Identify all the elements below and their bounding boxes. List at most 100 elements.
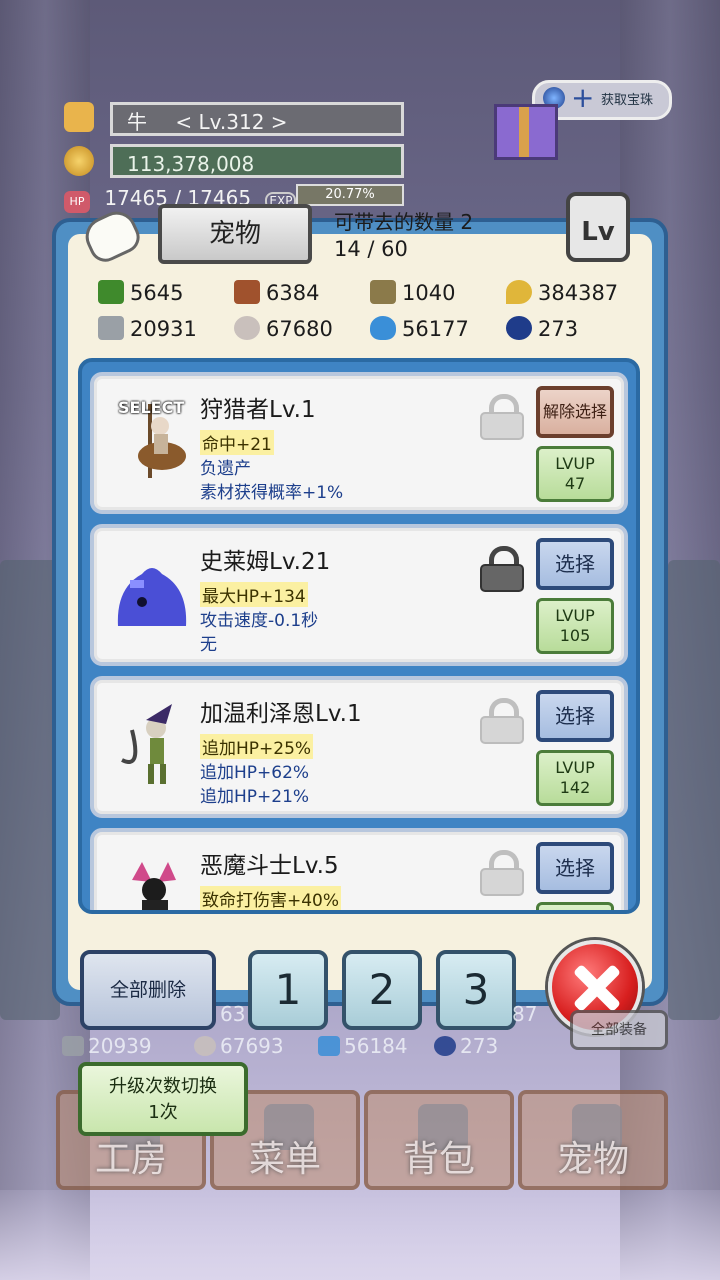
gawain-pet-icon bbox=[112, 700, 192, 790]
background-stone-right bbox=[668, 560, 720, 1020]
blue-flame-icon bbox=[318, 1036, 340, 1056]
dialog-title-tab: 宠物 bbox=[158, 204, 312, 264]
background-resource-orb: 273 bbox=[434, 1034, 498, 1058]
gift-box-icon[interactable] bbox=[494, 104, 558, 160]
pet-stat-1: 命中+21 bbox=[200, 430, 274, 455]
equip-all-button[interactable]: 全部装备 bbox=[570, 1010, 668, 1050]
obtain-gems-label: 获取宝珠 bbox=[601, 93, 654, 108]
lvup-cost: 47 bbox=[564, 474, 586, 493]
select-button[interactable]: 选择 bbox=[536, 538, 614, 590]
herb-icon bbox=[98, 280, 124, 304]
pet-stat-1: 致命打伤害+40% bbox=[200, 886, 342, 910]
blue-flame-icon bbox=[370, 316, 396, 340]
exp-bar: 20.77% bbox=[296, 184, 404, 206]
pet-name: 恶魔斗士Lv.5 bbox=[200, 853, 339, 879]
bg-resource-value: 67693 bbox=[220, 1034, 284, 1058]
resource-value: 384387 bbox=[538, 281, 619, 305]
lvup-button[interactable]: LVUP 47 bbox=[536, 446, 614, 502]
nav-pet[interactable]: 宠物 bbox=[518, 1090, 668, 1190]
nav-label: 宠物 bbox=[556, 1139, 629, 1180]
background-resource-ingot: 20939 bbox=[62, 1034, 152, 1058]
resource-herb: 5645 bbox=[98, 280, 183, 305]
player-avatar-icon[interactable] bbox=[64, 102, 94, 132]
lvup-button[interactable]: LVUP 105 bbox=[536, 598, 614, 654]
lock-icon-locked[interactable] bbox=[480, 546, 524, 592]
resource-value: 1040 bbox=[402, 281, 456, 305]
background-resource-flame: 56184 bbox=[318, 1034, 408, 1058]
resource-ore: 67680 bbox=[234, 316, 333, 341]
select-button[interactable]: 选择 bbox=[536, 842, 614, 894]
gold-amount-bar: 113,378,008 bbox=[110, 144, 404, 178]
gold-amount: 113,378,008 bbox=[127, 152, 255, 176]
lv-label: Lv bbox=[581, 217, 615, 247]
pet-stat-1: 追加HP+25% bbox=[200, 734, 314, 759]
pet-stat-3: 追加HP+21% bbox=[200, 787, 310, 807]
orb-icon bbox=[434, 1036, 456, 1056]
player-level: < Lv.312 > bbox=[175, 110, 288, 134]
resource-orb: 273 bbox=[506, 316, 578, 341]
nav-label: 工房 bbox=[94, 1139, 167, 1180]
pet-stat-3: 素材获得概率+1% bbox=[200, 483, 344, 503]
gold-coin-icon bbox=[64, 146, 94, 176]
select-tag: SELECT bbox=[118, 398, 185, 417]
plus-icon: + bbox=[571, 81, 595, 114]
upgrade-toggle-line1: 升级次数切换 bbox=[109, 1076, 217, 1097]
preset-1-button[interactable]: 1 bbox=[248, 950, 328, 1030]
select-button[interactable]: 选择 bbox=[536, 690, 614, 742]
level-sort-button[interactable]: Lv bbox=[566, 192, 630, 262]
pet-list[interactable]: SELECT 狩猎者Lv.1 命中+21 负遗产 素材获得概率+1% 解除选择 … bbox=[78, 358, 640, 914]
oil-drop-icon bbox=[506, 280, 532, 304]
lvup-button[interactable] bbox=[536, 902, 614, 910]
pet-name: 史莱姆Lv.21 bbox=[200, 549, 331, 575]
ingot-icon bbox=[98, 316, 124, 340]
resource-value: 273 bbox=[538, 317, 579, 341]
lvup-cost: 105 bbox=[559, 626, 591, 645]
lvup-label: LVUP bbox=[555, 606, 595, 625]
pet-name: 加温利泽恩Lv.1 bbox=[200, 701, 362, 727]
lock-icon[interactable] bbox=[480, 394, 524, 440]
plank-icon bbox=[370, 280, 396, 304]
player-name: 牛 bbox=[127, 110, 147, 134]
demon-fighter-pet-icon bbox=[112, 852, 192, 910]
player-name-bar: 牛 < Lv.312 > bbox=[110, 102, 404, 136]
resource-value: 6384 bbox=[266, 281, 320, 305]
upgrade-toggle-line2: 1次 bbox=[148, 1102, 178, 1123]
deselect-button[interactable]: 解除选择 bbox=[536, 386, 614, 438]
lvup-label: LVUP bbox=[555, 454, 595, 473]
resource-value: 56177 bbox=[402, 317, 469, 341]
lvup-cost: 142 bbox=[559, 778, 591, 797]
bg-resource-value: 273 bbox=[460, 1034, 499, 1058]
bottom-fog bbox=[0, 1190, 720, 1280]
resource-value: 5645 bbox=[130, 281, 184, 305]
nav-label: 背包 bbox=[402, 1139, 475, 1180]
nav-label: 菜单 bbox=[248, 1139, 321, 1180]
pet-stat-2: 追加HP+62% bbox=[200, 763, 310, 783]
ore-icon bbox=[194, 1036, 216, 1056]
preset-2-button[interactable]: 2 bbox=[342, 950, 422, 1030]
resource-ingot: 20931 bbox=[98, 316, 197, 341]
resource-log: 6384 bbox=[234, 280, 319, 305]
delete-all-button[interactable]: 全部删除 bbox=[80, 950, 216, 1030]
pet-stat-2: 负遗产 bbox=[200, 459, 251, 479]
bg-resource-value: 20939 bbox=[88, 1034, 152, 1058]
pet-card: SELECT 狩猎者Lv.1 命中+21 负遗产 素材获得概率+1% 解除选择 … bbox=[90, 372, 628, 514]
resource-value: 20931 bbox=[130, 317, 197, 341]
bg-resource-value: 56184 bbox=[344, 1034, 408, 1058]
carry-limit-label: 可带去的数量 2 bbox=[334, 210, 474, 234]
lvup-label: LVUP bbox=[555, 758, 595, 777]
pet-card: 史莱姆Lv.21 最大HP+134 攻击速度-0.1秒 无 选择 LVUP 10… bbox=[90, 524, 628, 666]
ore-icon bbox=[234, 316, 260, 340]
log-icon bbox=[234, 280, 260, 304]
preset-3-button[interactable]: 3 bbox=[436, 950, 516, 1030]
pet-card: 加温利泽恩Lv.1 追加HP+25% 追加HP+62% 追加HP+21% 选择 … bbox=[90, 676, 628, 818]
pet-stat-3: 无 bbox=[200, 635, 217, 655]
lock-icon[interactable] bbox=[480, 850, 524, 896]
lvup-button[interactable]: LVUP 142 bbox=[536, 750, 614, 806]
resource-oil: 384387 bbox=[506, 280, 618, 305]
upgrade-count-toggle-button[interactable]: 升级次数切换 1次 bbox=[78, 1062, 248, 1136]
background-resource-partial-left: 63 bbox=[220, 1002, 246, 1026]
ingot-icon bbox=[62, 1036, 84, 1056]
resource-plank: 1040 bbox=[370, 280, 455, 305]
nav-backpack[interactable]: 背包 bbox=[364, 1090, 514, 1190]
lock-icon[interactable] bbox=[480, 698, 524, 744]
